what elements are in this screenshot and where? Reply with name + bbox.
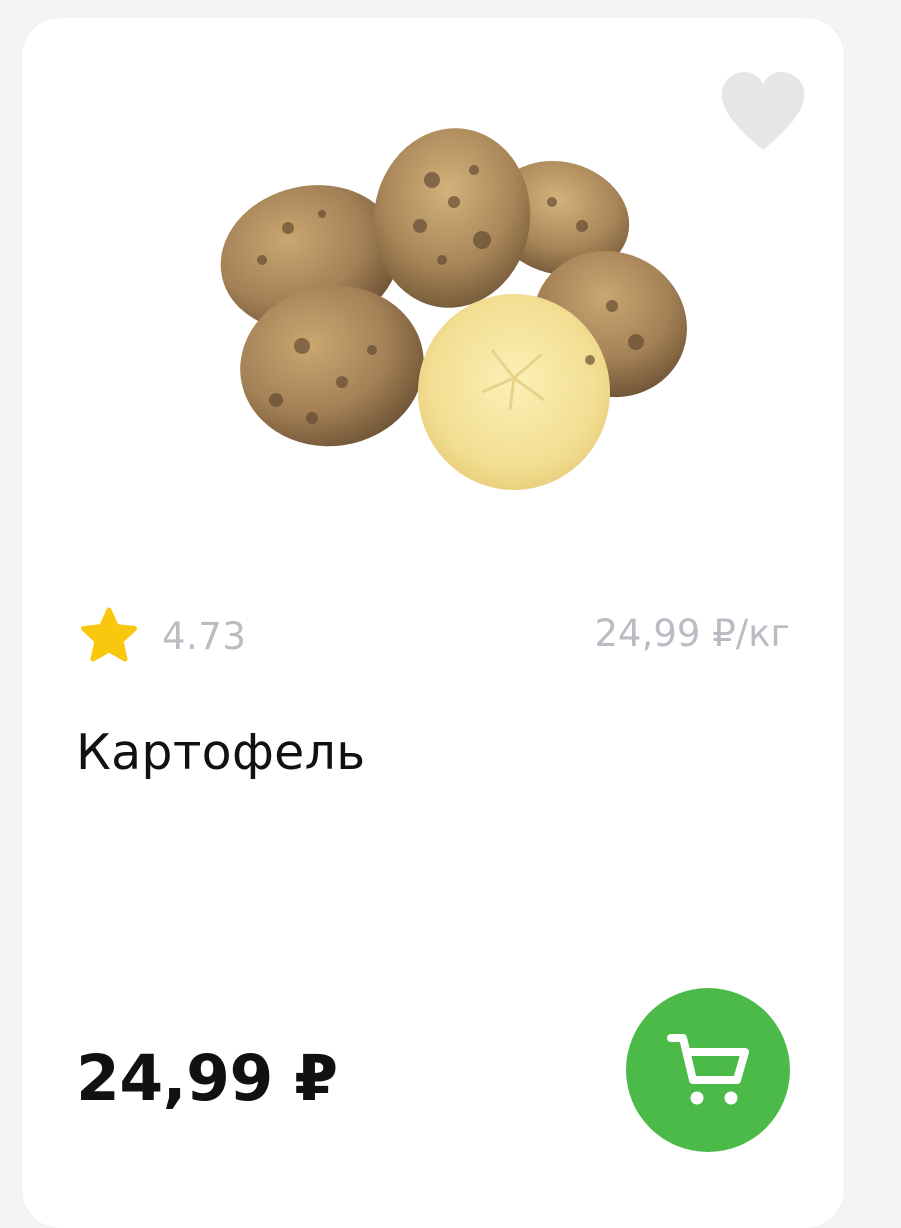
rating-value: 4.73: [162, 614, 247, 658]
star-icon: [81, 607, 137, 662]
cart-icon: [667, 1034, 749, 1105]
heart-icon: [721, 72, 805, 150]
add-to-cart-button[interactable]: [626, 988, 790, 1152]
product-image: [192, 110, 692, 500]
product-rating: 4.73: [80, 606, 246, 666]
favorite-button[interactable]: [720, 72, 806, 152]
product-card[interactable]: 4.73 24,99 ₽/кг Картофель 24,99 ₽: [22, 18, 844, 1228]
product-price: 24,99 ₽: [76, 1042, 338, 1115]
unit-price: 24,99 ₽/кг: [594, 612, 790, 655]
product-title: Картофель: [76, 724, 366, 781]
